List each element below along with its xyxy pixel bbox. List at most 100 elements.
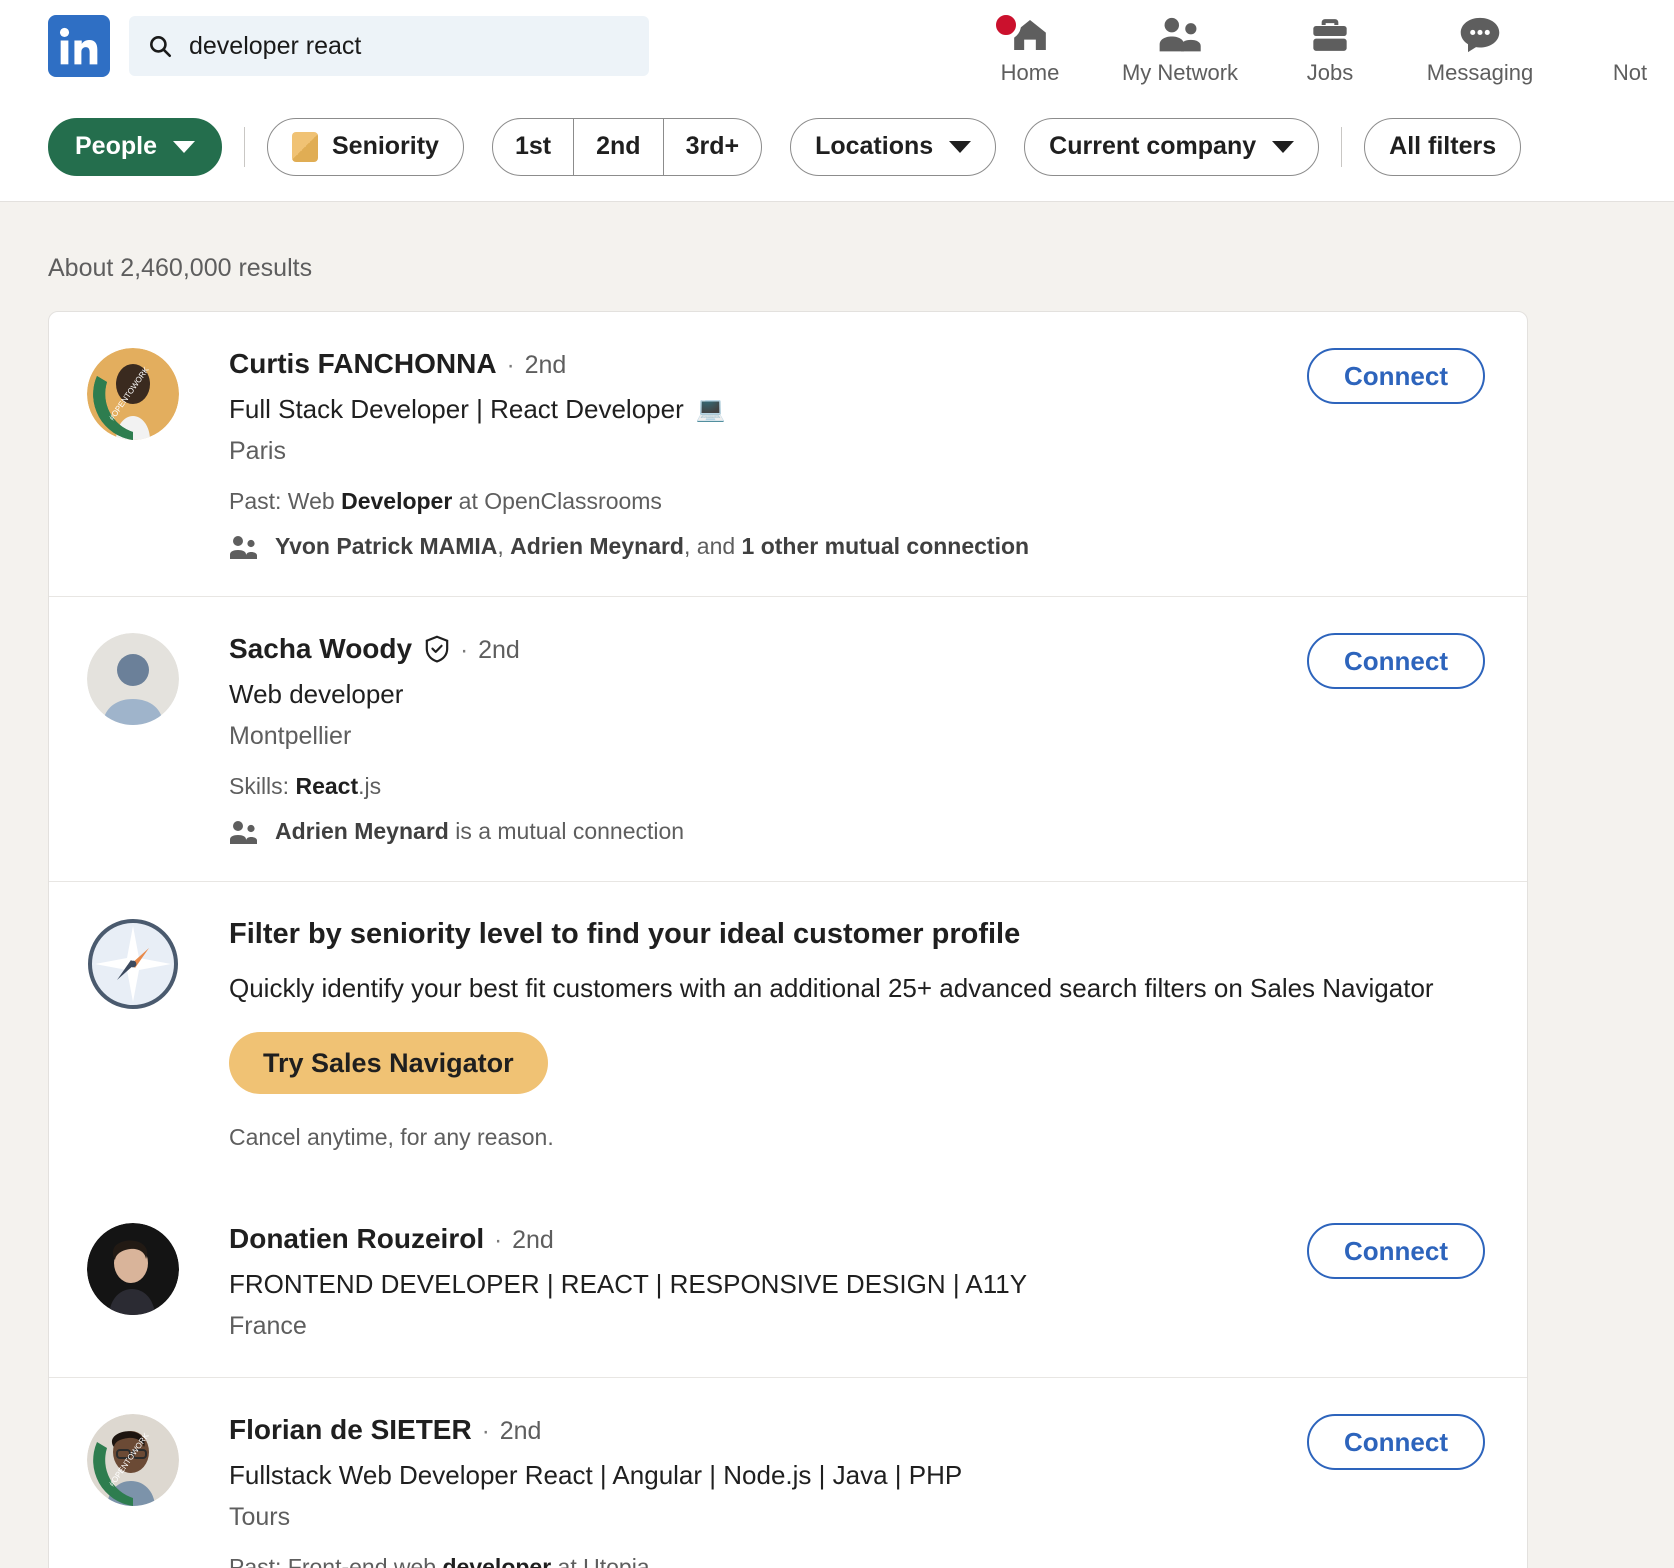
nav-label: Messaging: [1426, 60, 1534, 85]
meta-suffix: at OpenClassrooms: [452, 488, 662, 514]
meta-highlight: developer: [442, 1554, 552, 1568]
connection-degree: 2nd: [524, 351, 567, 379]
result-info: Florian de SIETER · 2nd Fullstack Web De…: [229, 1414, 1485, 1568]
filter-current-company[interactable]: Current company: [1024, 117, 1320, 176]
connect-button[interactable]: Connect: [1307, 1414, 1485, 1470]
result-name-line: Curtis FANCHONNA · 2nd: [229, 348, 1485, 380]
linkedin-logo-icon[interactable]: [48, 15, 110, 77]
search-icon: [147, 33, 173, 59]
mutual-name-2: Adrien Meynard: [510, 533, 684, 559]
profile-name[interactable]: Florian de SIETER: [229, 1414, 472, 1446]
connect-button[interactable]: Connect: [1307, 1223, 1485, 1279]
result-name-line: Donatien Rouzeirol · 2nd: [229, 1223, 1485, 1255]
connect-button[interactable]: Connect: [1307, 348, 1485, 404]
nav-item-jobs[interactable]: Jobs: [1255, 0, 1405, 86]
mutual-others: 1 other mutual connection: [741, 533, 1030, 559]
sales-navigator-promo: Filter by seniority level to find your i…: [49, 881, 1527, 1187]
search-box[interactable]: [129, 16, 649, 76]
nav-item-messaging[interactable]: Messaging: [1405, 0, 1555, 86]
avatar[interactable]: [87, 633, 179, 725]
avatar[interactable]: #OPENTOWORK: [87, 348, 179, 440]
headline-text: Web developer: [229, 679, 404, 709]
filter-locations-label: Locations: [815, 132, 934, 160]
filter-current-company-label: Current company: [1049, 132, 1257, 160]
separator-dot: ·: [460, 637, 469, 664]
meta-prefix: Past: Front-end web: [229, 1554, 443, 1568]
filter-degree-1st[interactable]: 1st: [493, 119, 573, 175]
meta-highlight: Developer: [341, 488, 453, 514]
nav-item-home[interactable]: Home: [955, 0, 1105, 86]
compass-icon: [87, 918, 179, 1010]
connection-degree: 2nd: [499, 1417, 542, 1445]
profile-name[interactable]: Donatien Rouzeirol: [229, 1223, 484, 1255]
filter-degree-3rd[interactable]: 3rd+: [662, 118, 762, 175]
meta-prefix: Skills:: [229, 773, 296, 799]
nav-item-my-network[interactable]: My Network: [1105, 0, 1255, 86]
nav-label: Home: [1000, 60, 1060, 85]
connect-button[interactable]: Connect: [1307, 633, 1485, 689]
result-name-line: Florian de SIETER · 2nd: [229, 1414, 1485, 1446]
nav-label: My Network: [1121, 60, 1239, 85]
nav-item-notifications[interactable]: Not: [1555, 0, 1674, 86]
filter-bar: People Seniority 1st 2nd 3rd+ Locations …: [0, 92, 1674, 202]
avatar[interactable]: #OPENTOWORK: [87, 1414, 179, 1506]
promo-info: Filter by seniority level to find your i…: [229, 918, 1485, 1151]
mutual-name-1: Adrien Meynard: [275, 818, 449, 844]
promo-title: Filter by seniority level to find your i…: [229, 918, 1021, 950]
laptop-emoji-icon: 💻: [695, 396, 726, 423]
mutual-name-1: Yvon Patrick MAMIA: [275, 533, 498, 559]
filter-divider-2: [1341, 126, 1343, 167]
result-name-line: Sacha Woody · 2nd: [229, 633, 1485, 665]
result-headline: Fullstack Web Developer React | Angular …: [229, 1460, 1485, 1491]
profile-name[interactable]: Sacha Woody: [229, 633, 412, 665]
result-meta: Past: Front-end web developer at Utopia: [229, 1554, 1485, 1568]
result-item[interactable]: #OPENTOWORK Curtis FANCHONNA · 2nd Full …: [49, 312, 1527, 596]
result-info: Sacha Woody · 2nd Web developer Montpell…: [229, 633, 1485, 845]
chevron-down-icon: [1272, 140, 1295, 153]
meta-highlight: React: [295, 773, 359, 799]
filter-degree-2nd[interactable]: 2nd: [573, 118, 662, 175]
headline-text: Fullstack Web Developer React | Angular …: [229, 1460, 963, 1490]
message-bubble-icon: [1458, 12, 1502, 58]
people-icon: [1157, 12, 1203, 58]
meta-prefix: Past: Web: [229, 488, 342, 514]
seniority-swatch-icon: [291, 131, 318, 162]
result-headline: FRONTEND DEVELOPER | REACT | RESPONSIVE …: [229, 1269, 1485, 1300]
avatar[interactable]: [87, 1223, 179, 1315]
headline-text: FRONTEND DEVELOPER | REACT | RESPONSIVE …: [229, 1269, 1028, 1299]
mutual-suffix: is a mutual connection: [448, 818, 685, 844]
nav-items: Home My Network Jobs Messaging Not: [955, 0, 1674, 92]
meta-suffix: .js: [358, 773, 382, 799]
nav-label: Not: [1612, 60, 1648, 85]
result-item[interactable]: #OPENTOWORK Florian de SIETER · 2nd Full…: [49, 1377, 1527, 1568]
filter-locations[interactable]: Locations: [790, 117, 997, 176]
result-item[interactable]: Sacha Woody · 2nd Web developer Montpell…: [49, 596, 1527, 881]
filter-divider: [243, 126, 245, 167]
result-headline: Web developer: [229, 679, 1485, 710]
search-input[interactable]: [189, 31, 631, 61]
profile-name[interactable]: Curtis FANCHONNA: [229, 348, 497, 380]
filter-seniority-label: Seniority: [331, 132, 439, 160]
try-sales-navigator-button[interactable]: Try Sales Navigator: [229, 1032, 548, 1094]
separator-dot: ·: [494, 1227, 503, 1254]
result-meta: Skills: React.js: [229, 773, 1485, 800]
mutual-connections[interactable]: Adrien Meynard is a mutual connection: [229, 818, 1485, 845]
mutual-connections[interactable]: Yvon Patrick MAMIA, Adrien Meynard, and …: [229, 533, 1485, 560]
meta-suffix: at Utopia: [551, 1554, 650, 1568]
result-meta: Past: Web Developer at OpenClassrooms: [229, 488, 1485, 515]
filter-people[interactable]: People: [48, 117, 222, 176]
people-icon: [229, 820, 259, 844]
chevron-down-icon: [172, 140, 195, 153]
filter-people-label: People: [75, 132, 157, 160]
separator-dot: ·: [481, 1418, 490, 1445]
filter-all-filters[interactable]: All filters: [1364, 117, 1522, 176]
result-location: Montpellier: [229, 722, 352, 750]
mutual-sep-2: , and: [684, 533, 742, 559]
filter-seniority[interactable]: Seniority: [266, 117, 464, 176]
connection-degree: 2nd: [478, 636, 520, 664]
people-icon: [229, 535, 259, 559]
headline-text: Full Stack Developer | React Developer: [229, 394, 684, 424]
result-item[interactable]: Donatien Rouzeirol · 2nd FRONTEND DEVELO…: [49, 1187, 1527, 1377]
results-card: #OPENTOWORK Curtis FANCHONNA · 2nd Full …: [48, 311, 1528, 1568]
chevron-down-icon: [949, 140, 972, 153]
